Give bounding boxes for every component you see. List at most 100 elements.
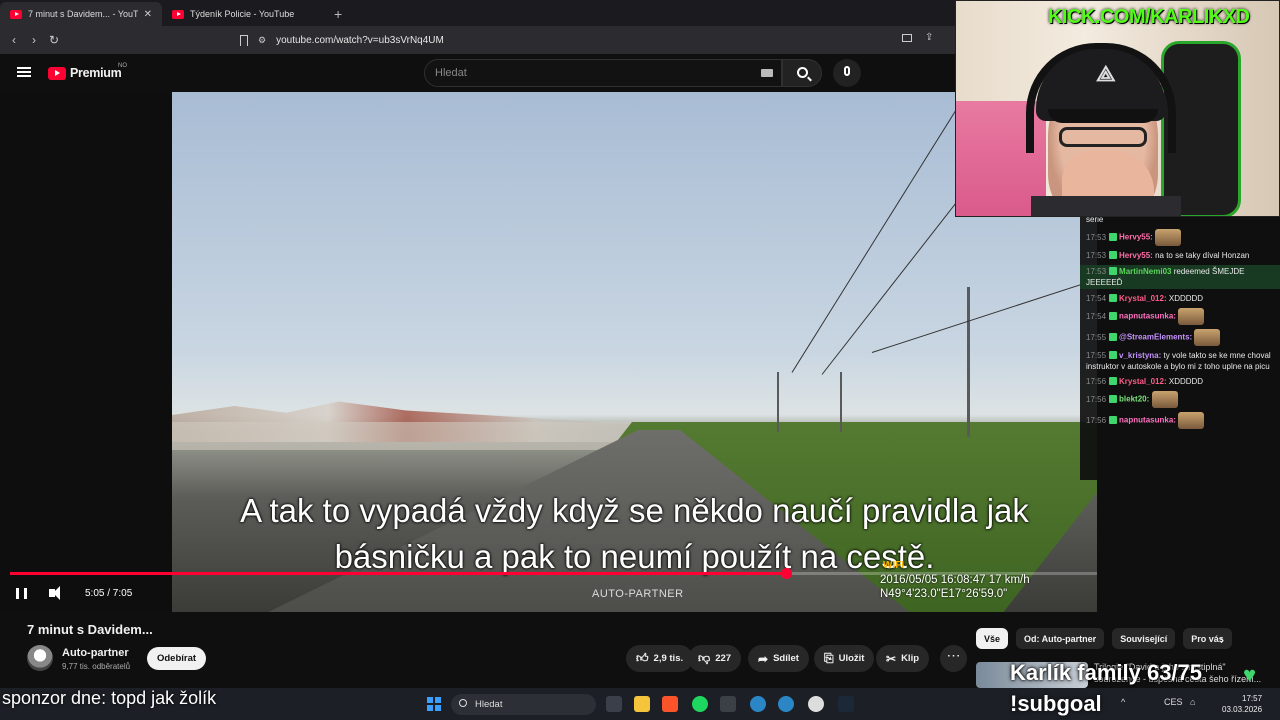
taskbar-search[interactable]: Hledat (451, 694, 596, 715)
address-bar[interactable]: ⚙ youtube.com/watch?v=ub3sVrNq4UM (240, 30, 940, 50)
file-explorer-icon[interactable] (634, 696, 650, 712)
pole (777, 372, 779, 432)
chat-badge-icon (1109, 351, 1118, 359)
reload-icon[interactable]: ↻ (44, 33, 64, 47)
chat-message: 17:56 Krystal_012: XDDDDD (1086, 376, 1276, 387)
chip-for-you[interactable]: Pro vás (1183, 628, 1232, 649)
tab-title: Týdeník Policie - YouTube (190, 9, 295, 19)
cap-brim (1048, 109, 1158, 123)
chat-username[interactable]: Hervy55: (1119, 251, 1153, 260)
close-tab-icon[interactable]: ✕ (144, 9, 152, 20)
chat-badge-icon (1109, 332, 1118, 341)
chat-timestamp: 17:56 (1086, 377, 1107, 386)
chat-badge-icon (1109, 415, 1118, 424)
pole (840, 372, 842, 432)
video-player[interactable]: A tak to vypadá vždy když se někdo naučí… (0, 92, 1097, 612)
share-button[interactable]: ➦ Sdílet (748, 645, 809, 672)
chat-username[interactable]: Hervy55: (1119, 233, 1153, 242)
spotify-icon[interactable] (692, 696, 708, 712)
chat-timestamp: 17:53 (1086, 267, 1107, 276)
chat-message: 17:55 v_kristyna: ty vole takto se ke mne… (1086, 350, 1276, 372)
glasses (1059, 127, 1147, 147)
app-icon[interactable] (778, 696, 794, 712)
chevron-right-icon[interactable]: › (1220, 633, 1224, 647)
chat-username[interactable]: napnutasunka: (1119, 312, 1176, 321)
sponsor-overlay: sponzor dne: topd jak žolík (2, 688, 217, 708)
task-view-icon[interactable] (606, 696, 622, 712)
chat-username[interactable]: MartinNemi03 (1119, 267, 1171, 276)
app-icon[interactable] (720, 696, 736, 712)
clock[interactable]: 17:57 03.03.2026 (1222, 693, 1262, 715)
chat-message: 17:53 Hervy55: na to se taky díval Honzan (1086, 250, 1276, 261)
keyboard-icon[interactable] (761, 69, 773, 77)
tray-chevron-icon[interactable]: ^ (1121, 697, 1125, 707)
more-actions-button[interactable]: ⋯ (940, 645, 967, 672)
channel-subscribers: 9,77 tis. odběratelů (62, 662, 131, 671)
volume-icon[interactable] (49, 586, 60, 600)
chat-username[interactable]: @StreamElements: (1119, 333, 1192, 342)
search-button[interactable] (782, 59, 822, 87)
clip-button[interactable]: ✂ Klip (876, 645, 930, 672)
steam-icon[interactable] (838, 696, 854, 712)
browser-tab[interactable]: Týdeník Policie - YouTube (162, 2, 322, 26)
youtube-logo[interactable]: Premium NO (48, 63, 127, 80)
app-icon[interactable] (750, 696, 766, 712)
chat-text: XDDDDD (1168, 294, 1204, 303)
chat-message: 17:53 MartinNemi03 redeemed ŠMEJDE JEEEEE… (1080, 265, 1280, 289)
network-icon[interactable]: ⌂ (1190, 697, 1195, 707)
progress-bar[interactable] (10, 568, 1097, 579)
bookmark-icon[interactable] (240, 34, 248, 46)
chat-username[interactable]: Krystal_012: (1119, 377, 1167, 386)
thumbs-down-icon: 👎︎ (698, 651, 711, 665)
dislike-button[interactable]: 👎︎ 227 (688, 645, 742, 672)
chat-timestamp: 17:54 (1086, 311, 1107, 321)
menu-icon[interactable] (17, 67, 31, 77)
search-input[interactable]: Hledat (424, 59, 782, 87)
dashcam-stamp: 2016/05/05 16:08:47 17 km/h N49°4'23.0"E… (880, 573, 1030, 601)
back-icon[interactable]: ‹ (4, 33, 24, 47)
voice-search-button[interactable] (833, 59, 861, 87)
chat-username[interactable]: blekt20: (1119, 395, 1149, 404)
start-icon[interactable] (427, 697, 441, 711)
url-text[interactable]: youtube.com/watch?v=ub3sVrNq4UM (276, 35, 444, 46)
chat-emote-icon (1178, 412, 1205, 429)
wall-scenery (172, 422, 632, 450)
chat-badge-icon (1109, 232, 1118, 241)
like-button[interactable]: 👍︎ 2,9 tis. (626, 645, 694, 672)
share-icon[interactable]: ⇪ (925, 32, 933, 43)
chip-related[interactable]: Související (1112, 628, 1176, 649)
chat-username[interactable]: napnutasunka: (1119, 416, 1176, 425)
chat-badge-icon (1109, 394, 1118, 403)
progress-fill (10, 572, 787, 575)
language-indicator[interactable]: CES (1164, 697, 1183, 707)
chat-badge-icon (1109, 267, 1118, 275)
obs-icon[interactable] (808, 696, 824, 712)
pause-icon[interactable] (16, 588, 27, 599)
site-info-icon[interactable]: ⚙ (258, 35, 266, 46)
screen-icon[interactable] (902, 34, 912, 42)
channel-name[interactable]: Auto-partner (62, 647, 129, 659)
chat-username[interactable]: Krystal_012: (1119, 294, 1167, 303)
tab-title: 7 minut s Davidem... - YouTube (28, 9, 138, 19)
clock-date: 03.03.2026 (1222, 705, 1263, 714)
chat-timestamp: 17:56 (1086, 415, 1107, 425)
channel-avatar[interactable] (27, 645, 53, 671)
browser-tab-active[interactable]: 7 minut s Davidem... - YouTube ✕ (0, 2, 162, 26)
logo-text: Premium (70, 66, 122, 80)
clip-label: Klip (901, 653, 920, 664)
chat-text: na to se taky díval Honzan (1155, 251, 1250, 260)
subgoal-overlay: !subgoal (1010, 691, 1102, 716)
save-button[interactable]: ⎘ Uložit (814, 645, 875, 672)
chip-channel[interactable]: Od: Auto-partner (1016, 628, 1105, 649)
new-tab-button[interactable]: + (322, 6, 354, 26)
forward-icon[interactable]: › (24, 33, 44, 47)
chip-all[interactable]: Vše (976, 628, 1009, 649)
dashcam-datetime: 2016/05/05 16:08:47 17 km/h (880, 574, 1030, 586)
subtitle-line: A tak to vypadá vždy když se někdo naučí… (240, 492, 1029, 529)
chat-emote-icon (1178, 308, 1205, 325)
brave-browser-icon[interactable] (662, 696, 678, 712)
subtitle-line: básničku a pak to neumí použít na cestě. (334, 538, 935, 575)
chat-username[interactable]: v_kristyna: (1119, 351, 1161, 360)
subscribe-button[interactable]: Odebírat (147, 647, 206, 670)
chat-timestamp: 17:55 (1086, 332, 1107, 342)
